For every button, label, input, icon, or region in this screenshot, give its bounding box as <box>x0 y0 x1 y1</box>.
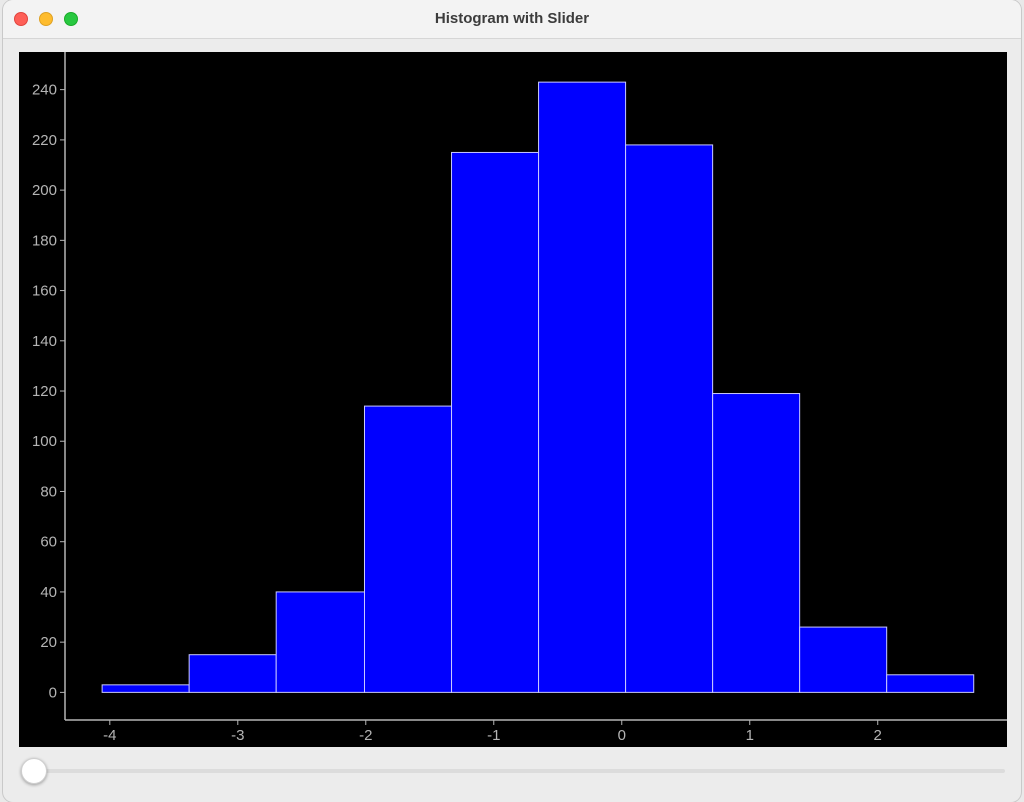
x-tick-label: -3 <box>231 727 244 744</box>
histogram-bar <box>538 81 627 693</box>
y-tick-label: 0 <box>49 684 57 701</box>
y-tick-label: 200 <box>32 182 57 199</box>
x-tick-label: 0 <box>618 727 626 744</box>
slider-thumb[interactable] <box>21 758 47 784</box>
y-tick-label: 40 <box>40 584 57 601</box>
y-tick-label: 80 <box>40 483 57 500</box>
x-tick-label: -4 <box>103 727 116 744</box>
y-tick-label: 160 <box>32 283 57 300</box>
x-tick-label: 1 <box>746 727 754 744</box>
y-tick-label: 240 <box>32 82 57 99</box>
x-tick-label: -1 <box>487 727 500 744</box>
app-window: Histogram with Slider 0 20 40 60 80 100 120 140… <box>3 0 1021 802</box>
histogram-bar <box>363 405 453 693</box>
y-tick-label: 140 <box>32 333 57 350</box>
window-title: Histogram with Slider <box>434 10 590 27</box>
slider-track[interactable] <box>33 769 1005 773</box>
y-tick-label: 100 <box>32 433 57 450</box>
title-bar: Histogram with Slider <box>3 0 1021 39</box>
x-tick-label: -2 <box>359 727 372 744</box>
histogram-bar <box>712 393 801 693</box>
y-tick-label: 60 <box>40 534 57 551</box>
histogram-bar <box>799 626 888 693</box>
histogram-bar <box>886 674 975 693</box>
x-tick-label: 2 <box>874 727 882 744</box>
histogram-plot: 0 20 40 60 80 100 120 140 160 180 200 220 240 -4 -3 -2-… <box>19 52 1007 747</box>
y-tick-label: 120 <box>32 383 57 400</box>
histogram-bar <box>275 591 365 693</box>
y-tick-label: 220 <box>32 132 57 149</box>
y-tick-label: 20 <box>40 634 57 651</box>
histogram-bar <box>625 144 714 693</box>
histogram-chart: 020406080100120140160180200220240-4 -3 -2-… <box>32 52 1007 744</box>
histogram-bar <box>101 684 190 693</box>
histogram-bar <box>188 654 277 693</box>
y-tick-label: 180 <box>32 232 57 249</box>
histogram-bar <box>451 151 540 693</box>
